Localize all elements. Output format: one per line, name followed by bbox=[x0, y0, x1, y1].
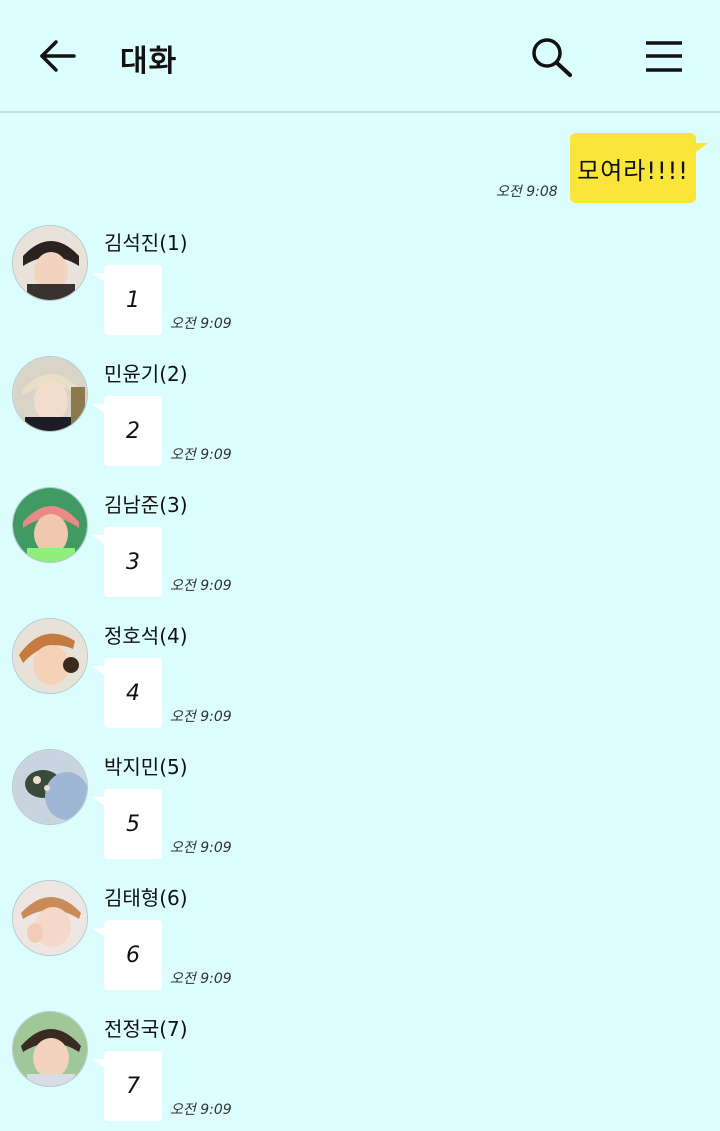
outgoing-message-bubble[interactable]: 모여라!!!! bbox=[570, 133, 696, 203]
avatar-photo bbox=[13, 750, 87, 824]
menu-button[interactable] bbox=[644, 40, 684, 74]
message-time: 오전 9:09 bbox=[170, 447, 232, 463]
avatar[interactable] bbox=[12, 880, 88, 956]
outgoing-message-time: 오전 9:08 bbox=[496, 184, 558, 200]
incoming-message: 김남준(3) 3 오전 9:09 bbox=[0, 487, 720, 617]
avatar[interactable] bbox=[12, 487, 88, 563]
back-button[interactable] bbox=[38, 38, 78, 74]
message-bubble[interactable]: 6 bbox=[104, 920, 162, 990]
avatar[interactable] bbox=[12, 1011, 88, 1087]
message-time: 오전 9:09 bbox=[170, 840, 232, 856]
message-time: 오전 9:09 bbox=[170, 971, 232, 987]
message-bubble[interactable]: 2 bbox=[104, 396, 162, 466]
message-list[interactable]: 모여라!!!! 오전 9:08 김석진(1) 1 오전 9:09 민윤기(2) … bbox=[0, 115, 720, 1131]
message-bubble[interactable]: 4 bbox=[104, 658, 162, 728]
incoming-message: 김태형(6) 6 오전 9:09 bbox=[0, 880, 720, 1010]
menu-icon bbox=[646, 41, 682, 72]
sender-name: 민윤기(2) bbox=[104, 362, 188, 386]
sender-name: 정호석(4) bbox=[104, 624, 188, 648]
message-bubble[interactable]: 7 bbox=[104, 1051, 162, 1121]
incoming-message: 전정국(7) 7 오전 9:09 bbox=[0, 1011, 720, 1131]
incoming-message: 박지민(5) 5 오전 9:09 bbox=[0, 749, 720, 879]
message-time: 오전 9:09 bbox=[170, 1102, 232, 1118]
sender-name: 김석진(1) bbox=[104, 231, 188, 255]
avatar-photo bbox=[13, 1012, 87, 1086]
sender-name: 박지민(5) bbox=[104, 755, 188, 779]
message-bubble[interactable]: 5 bbox=[104, 789, 162, 859]
avatar-photo bbox=[13, 881, 87, 955]
message-time: 오전 9:09 bbox=[170, 709, 232, 725]
avatar-photo bbox=[13, 226, 87, 300]
page-title: 대화 bbox=[120, 44, 178, 79]
avatar-photo bbox=[13, 357, 87, 431]
avatar[interactable] bbox=[12, 356, 88, 432]
message-time: 오전 9:09 bbox=[170, 578, 232, 594]
search-button[interactable] bbox=[530, 36, 574, 78]
message-bubble[interactable]: 1 bbox=[104, 265, 162, 335]
search-icon bbox=[532, 38, 572, 77]
avatar-photo bbox=[13, 488, 87, 562]
incoming-message: 정호석(4) 4 오전 9:09 bbox=[0, 618, 720, 748]
message-bubble[interactable]: 3 bbox=[104, 527, 162, 597]
sender-name: 김남준(3) bbox=[104, 493, 188, 517]
avatar[interactable] bbox=[12, 225, 88, 301]
avatar[interactable] bbox=[12, 618, 88, 694]
incoming-message: 민윤기(2) 2 오전 9:09 bbox=[0, 356, 720, 486]
message-time: 오전 9:09 bbox=[170, 316, 232, 332]
top-app-bar: 대화 bbox=[0, 0, 720, 113]
avatar[interactable] bbox=[12, 749, 88, 825]
sender-name: 김태형(6) bbox=[104, 886, 188, 910]
sender-name: 전정국(7) bbox=[104, 1017, 188, 1041]
back-arrow-icon bbox=[40, 40, 76, 72]
avatar-photo bbox=[13, 619, 87, 693]
incoming-message: 김석진(1) 1 오전 9:09 bbox=[0, 225, 720, 355]
